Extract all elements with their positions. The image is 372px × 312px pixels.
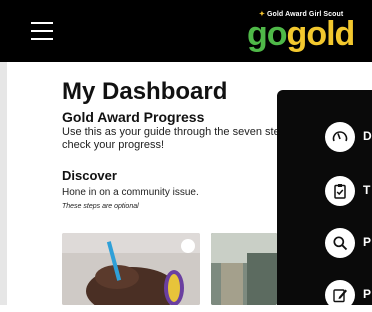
menu-item-plan[interactable]: P: [325, 228, 372, 260]
hamburger-menu-icon[interactable]: [31, 22, 53, 40]
step-card-image-2[interactable]: [211, 233, 277, 305]
edit-icon: [325, 280, 355, 310]
menu-item-present[interactable]: P: [325, 280, 372, 312]
community-photo: [211, 233, 277, 305]
step-menu-panel: D T P P: [277, 90, 372, 310]
page-edge: [0, 62, 7, 305]
writing-hand-photo: [62, 233, 200, 305]
menu-item-take-action[interactable]: T: [325, 176, 372, 208]
logo-wordmark: gogold: [247, 15, 355, 53]
gauge-icon: [325, 122, 355, 152]
progress-intro: Use this as your guide through the seven…: [62, 126, 292, 151]
top-bar: ✦ Gold Award Girl Scout gogold: [0, 0, 372, 62]
clipboard-check-icon: [325, 176, 355, 206]
menu-item-discover[interactable]: D: [325, 122, 372, 154]
gogold-logo[interactable]: ✦ Gold Award Girl Scout gogold: [247, 10, 357, 54]
search-icon: [325, 228, 355, 258]
step-card-image[interactable]: [62, 233, 200, 305]
